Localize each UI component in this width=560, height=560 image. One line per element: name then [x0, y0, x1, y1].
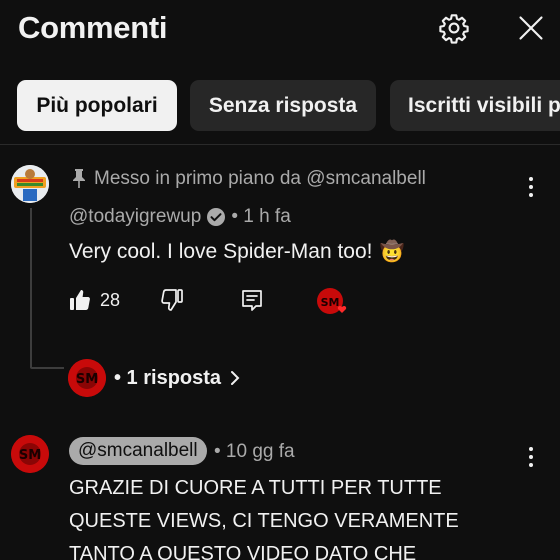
thumbs-down-icon: [160, 288, 184, 312]
comment-body: GRAZIE DI CUORE A TUTTI PER TUTTE QUESTE…: [69, 472, 489, 560]
page-title: Commenti: [18, 10, 168, 45]
divider: [0, 144, 560, 145]
comment-line: QUESTE VIEWS, CI TENGO VERAMENTE: [69, 510, 459, 532]
reply-avatar: SM: [68, 359, 106, 397]
creator-heart-badge: SM: [316, 287, 347, 317]
comment-meta: @todayigrewup • 1 h fa: [69, 206, 291, 228]
dislike-button[interactable]: [160, 288, 184, 312]
chip-iscritti-visibili[interactable]: Iscritti visibili p: [390, 80, 560, 131]
chip-senza-risposta[interactable]: Senza risposta: [190, 80, 376, 131]
reply-comment-icon: [240, 288, 264, 312]
svg-text:SM: SM: [321, 296, 340, 309]
replies-toggle[interactable]: SM • 1 risposta: [68, 359, 241, 397]
replies-count: • 1 risposta: [114, 366, 222, 389]
comments-header: Commenti: [0, 0, 560, 64]
reply-button[interactable]: [240, 288, 264, 312]
creator-handle-chip[interactable]: @smcanalbell: [69, 437, 207, 465]
cowboy-emoji: 🤠: [379, 241, 405, 263]
comment-line: TANTO A QUESTO VIDEO DATO CHE: [69, 543, 417, 560]
thread-line: [30, 208, 32, 368]
avatar-todayigrewup[interactable]: [11, 165, 49, 203]
sort-chips: Più popolari Senza risposta Iscritti vis…: [0, 80, 560, 132]
avatar-smcanalbell[interactable]: SM: [11, 435, 49, 473]
verified-badge-icon: [206, 207, 226, 227]
more-options-icon[interactable]: [526, 444, 536, 470]
chevron-right-icon: [229, 369, 241, 387]
comment-author[interactable]: @todayigrewup: [69, 206, 201, 228]
chip-piu-popolari[interactable]: Più popolari: [17, 80, 177, 131]
like-count: 28: [100, 289, 121, 310]
pinned-label-row: Messo in primo piano da @smcanalbell: [72, 168, 426, 190]
comment-line: GRAZIE DI CUORE A TUTTI PER TUTTE: [69, 477, 442, 499]
pinned-by-text: Messo in primo piano da @smcanalbell: [94, 168, 426, 189]
thread-connector: [30, 367, 64, 369]
comment-time: • 10 gg fa: [214, 441, 295, 462]
comment-time: • 1 h fa: [231, 206, 291, 227]
comment-body: Very cool. I love Spider-Man too! 🤠: [69, 239, 404, 264]
gear-icon[interactable]: [436, 10, 472, 46]
svg-text:SM: SM: [76, 372, 98, 387]
more-options-icon[interactable]: [526, 174, 536, 200]
like-button[interactable]: 28: [68, 288, 120, 312]
close-icon[interactable]: [513, 10, 549, 46]
thumbs-up-icon: [68, 288, 92, 312]
pin-icon: [72, 169, 86, 189]
comment-text: Very cool. I love Spider-Man too!: [69, 239, 373, 263]
svg-text:SM: SM: [19, 448, 41, 463]
creator-avatar-small: SM: [316, 287, 347, 317]
